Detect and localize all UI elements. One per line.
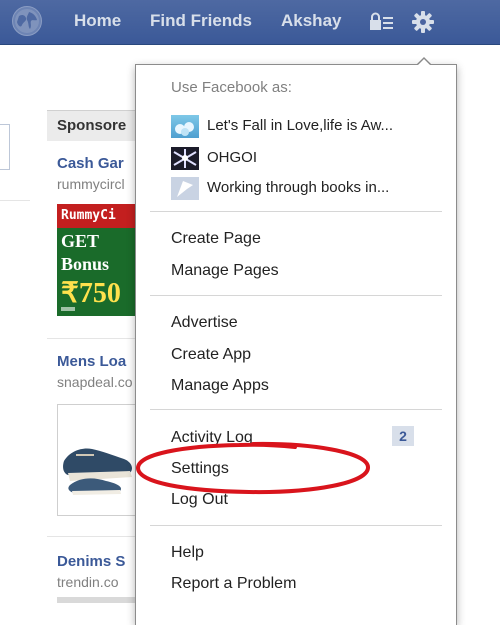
ad-url: trendin.co bbox=[57, 574, 119, 590]
create-app-item[interactable]: Create App bbox=[171, 346, 251, 364]
ad-image[interactable]: RummyCi GET Bonus ₹750 bbox=[57, 204, 137, 316]
home-link[interactable]: Home bbox=[74, 11, 121, 31]
page-thumbnail-icon bbox=[171, 177, 199, 200]
ad-title[interactable]: Denims S bbox=[57, 553, 125, 570]
gear-icon bbox=[412, 11, 434, 33]
ad-title[interactable]: Mens Loa bbox=[57, 353, 126, 370]
settings-gear-button[interactable] bbox=[404, 0, 440, 44]
menu-divider bbox=[150, 525, 442, 526]
settings-item[interactable]: Settings bbox=[171, 460, 229, 478]
page-name: Let's Fall in Love,life is Aw... bbox=[207, 117, 394, 134]
sponsored-label: Sponsore bbox=[57, 117, 127, 134]
help-item[interactable]: Help bbox=[171, 544, 204, 562]
globe-icon[interactable] bbox=[12, 6, 42, 36]
find-friends-link[interactable]: Find Friends bbox=[150, 11, 252, 31]
advertise-item[interactable]: Advertise bbox=[171, 314, 238, 332]
ad-banner-text: RummyCi bbox=[57, 204, 137, 228]
lock-list-icon[interactable] bbox=[369, 12, 395, 32]
activity-log-item[interactable]: Activity Log bbox=[171, 429, 253, 447]
menu-divider bbox=[150, 409, 442, 410]
switch-page-item[interactable]: OHGOI bbox=[171, 145, 441, 171]
notification-count-badge: 2 bbox=[392, 426, 414, 446]
divider bbox=[0, 200, 30, 201]
ad-divider bbox=[47, 536, 142, 537]
create-page-item[interactable]: Create Page bbox=[171, 230, 261, 248]
shoe-image[interactable] bbox=[57, 404, 137, 516]
ad-title[interactable]: Cash Gar bbox=[57, 155, 124, 172]
switch-page-item[interactable]: Working through books in... bbox=[171, 175, 441, 201]
top-navigation-bar: Home Find Friends Akshay bbox=[0, 0, 500, 45]
menu-divider bbox=[150, 211, 442, 212]
ad-fineprint bbox=[61, 307, 75, 311]
menu-divider bbox=[150, 295, 442, 296]
manage-pages-item[interactable]: Manage Pages bbox=[171, 262, 279, 280]
ad-url: rummycircl bbox=[57, 176, 125, 192]
page-name: Working through books in... bbox=[207, 179, 390, 196]
composer-box[interactable] bbox=[0, 124, 10, 170]
account-dropdown-menu: Use Facebook as: Let's Fall in Love,life… bbox=[135, 64, 457, 625]
ad-image[interactable] bbox=[57, 597, 137, 603]
manage-apps-item[interactable]: Manage Apps bbox=[171, 377, 269, 395]
ad-divider bbox=[47, 338, 142, 339]
profile-link[interactable]: Akshay bbox=[281, 11, 341, 31]
page-thumbnail-icon bbox=[171, 115, 199, 138]
ad-url: snapdeal.co bbox=[57, 374, 133, 390]
shoe-icon bbox=[63, 448, 132, 495]
ad-image-text: ₹750 bbox=[61, 278, 121, 309]
report-problem-item[interactable]: Report a Problem bbox=[171, 575, 296, 593]
log-out-item[interactable]: Log Out bbox=[171, 491, 228, 509]
menu-pointer bbox=[417, 59, 431, 66]
ad-image-text: Bonus bbox=[61, 254, 110, 274]
page-name: OHGOI bbox=[207, 149, 258, 166]
ad-image-text: GET bbox=[61, 231, 100, 251]
use-facebook-as-heading: Use Facebook as: bbox=[171, 79, 292, 96]
switch-page-item[interactable]: Let's Fall in Love,life is Aw... bbox=[171, 113, 441, 139]
page-thumbnail-icon bbox=[171, 147, 199, 170]
